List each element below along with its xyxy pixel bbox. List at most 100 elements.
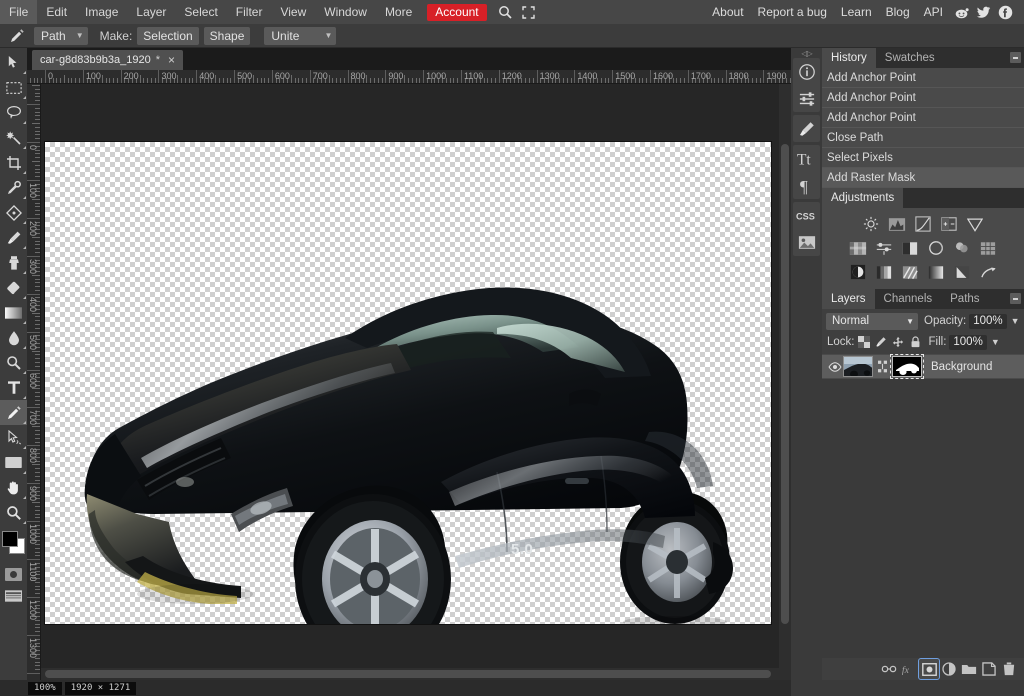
panel-menu-icon[interactable] [1010,293,1021,304]
shape-tool[interactable] [0,450,27,475]
quick-mask-button[interactable] [0,563,27,585]
search-icon[interactable] [493,0,517,24]
menu-select[interactable]: Select [175,0,226,24]
fill-dropdown-icon[interactable]: ▼ [991,337,1000,347]
close-icon[interactable]: × [166,53,177,67]
levels-icon[interactable] [886,214,908,234]
link-icon[interactable] [876,360,888,373]
menu-view[interactable]: View [271,0,315,24]
tab-swatches[interactable]: Swatches [876,48,944,68]
path-operation-select[interactable]: Unite ▼ [264,26,337,45]
history-item[interactable]: Select Pixels [822,148,1024,168]
lens-curve-icon[interactable] [977,262,999,282]
character-panel-button[interactable]: Tt [793,145,820,172]
color-lookup-icon[interactable] [977,238,999,258]
info-panel-button[interactable] [793,58,820,85]
move-tool[interactable] [0,50,27,75]
selective-color-icon[interactable] [951,262,973,282]
magic-wand-tool[interactable] [0,125,27,150]
color-balance-icon[interactable] [873,238,895,258]
layer-mask-thumbnail[interactable] [890,354,924,379]
menu-api[interactable]: API [917,0,950,24]
brush-panel-button[interactable] [793,115,820,142]
tab-paths[interactable]: Paths [941,289,988,309]
horizontal-ruler[interactable]: 0 100 200 300 400 500 600 700 800 900 1000 1100 1200… [27,70,791,84]
opacity-dropdown-icon[interactable]: ▼ [1011,316,1020,326]
menu-layer[interactable]: Layer [127,0,175,24]
link-layers-button[interactable] [879,659,899,679]
gradient-tool[interactable] [0,300,27,325]
menu-report-bug[interactable]: Report a bug [751,0,834,24]
clone-stamp-tool[interactable] [0,250,27,275]
fill-value[interactable]: 100% [949,334,987,350]
layer-name[interactable]: Background [931,361,992,373]
new-layer-button[interactable] [979,659,999,679]
marquee-tool[interactable] [0,75,27,100]
menu-about[interactable]: About [705,0,750,24]
pen-tool[interactable] [0,400,27,425]
twitter-icon[interactable] [972,0,994,24]
document-tab[interactable]: car-g8d83b9b3a_1920 * × [32,50,184,70]
eyedropper-tool[interactable] [0,175,27,200]
table-row[interactable]: Background [822,354,1024,379]
blend-mode-select[interactable]: Normal ▼ [826,312,918,330]
menu-blog[interactable]: Blog [879,0,917,24]
lock-transparency-icon[interactable] [857,335,872,350]
photo-filter-icon[interactable] [925,238,947,258]
facebook-icon[interactable] [994,0,1016,24]
panel-menu-icon[interactable] [1010,52,1021,63]
menu-image[interactable]: Image [76,0,127,24]
brush-tool[interactable] [0,225,27,250]
menu-edit[interactable]: Edit [37,0,76,24]
menu-learn[interactable]: Learn [834,0,879,24]
css-panel-button[interactable]: CSS [793,202,820,229]
dodge-tool[interactable] [0,350,27,375]
history-item[interactable]: Close Path [822,128,1024,148]
trash-icon[interactable] [999,659,1019,679]
tab-channels[interactable]: Channels [875,289,942,309]
zoom-tool[interactable] [0,500,27,525]
crop-tool[interactable] [0,150,27,175]
foreground-color-swatch[interactable] [2,531,18,547]
gradient-map-icon[interactable] [925,262,947,282]
type-tool[interactable] [0,375,27,400]
eye-icon[interactable] [826,361,843,372]
path-select-tool[interactable] [0,425,27,450]
image-panel-button[interactable] [793,229,820,256]
channel-mixer-icon[interactable] [951,238,973,258]
lock-all-icon[interactable] [908,335,923,350]
tab-history[interactable]: History [822,48,876,68]
patch-tool[interactable] [0,200,27,225]
make-selection-button[interactable]: Selection [137,26,199,45]
vertical-scrollbar[interactable] [779,84,791,680]
hand-tool[interactable] [0,475,27,500]
black-white-icon[interactable] [899,238,921,258]
vertical-ruler[interactable]: 0 100 200 300 400 500 600 700 800 900 1000 1100 1200… [27,84,41,680]
blur-tool[interactable] [0,325,27,350]
fullscreen-icon[interactable] [517,0,541,24]
path-mode-select[interactable]: Path ▼ [34,26,88,45]
history-item-current[interactable]: Add Raster Mask [822,168,1024,188]
paragraph-panel-button[interactable]: ¶ [793,172,820,199]
new-group-button[interactable] [959,659,979,679]
brightness-contrast-icon[interactable] [860,214,882,234]
make-shape-button[interactable]: Shape [203,26,251,45]
document-canvas[interactable]: 5.0 [45,142,771,670]
horizontal-scrollbar[interactable] [41,668,791,680]
curves-icon[interactable] [912,214,934,234]
layer-thumbnail[interactable] [843,356,873,377]
zoom-level[interactable]: 100% [28,681,62,695]
horizontal-scrollbar-thumb[interactable] [45,670,771,678]
threshold-icon[interactable] [899,262,921,282]
menu-file[interactable]: File [0,0,38,24]
account-button[interactable]: Account [427,3,487,21]
menu-filter[interactable]: Filter [227,0,272,24]
lock-position-icon[interactable] [891,335,906,350]
eraser-tool[interactable] [0,275,27,300]
vibrance-icon[interactable] [964,214,986,234]
tab-adjustments[interactable]: Adjustments [822,188,904,208]
menu-more[interactable]: More [376,0,421,24]
lock-pixels-icon[interactable] [874,335,889,350]
new-adjustment-button[interactable] [939,659,959,679]
menu-window[interactable]: Window [315,0,376,24]
